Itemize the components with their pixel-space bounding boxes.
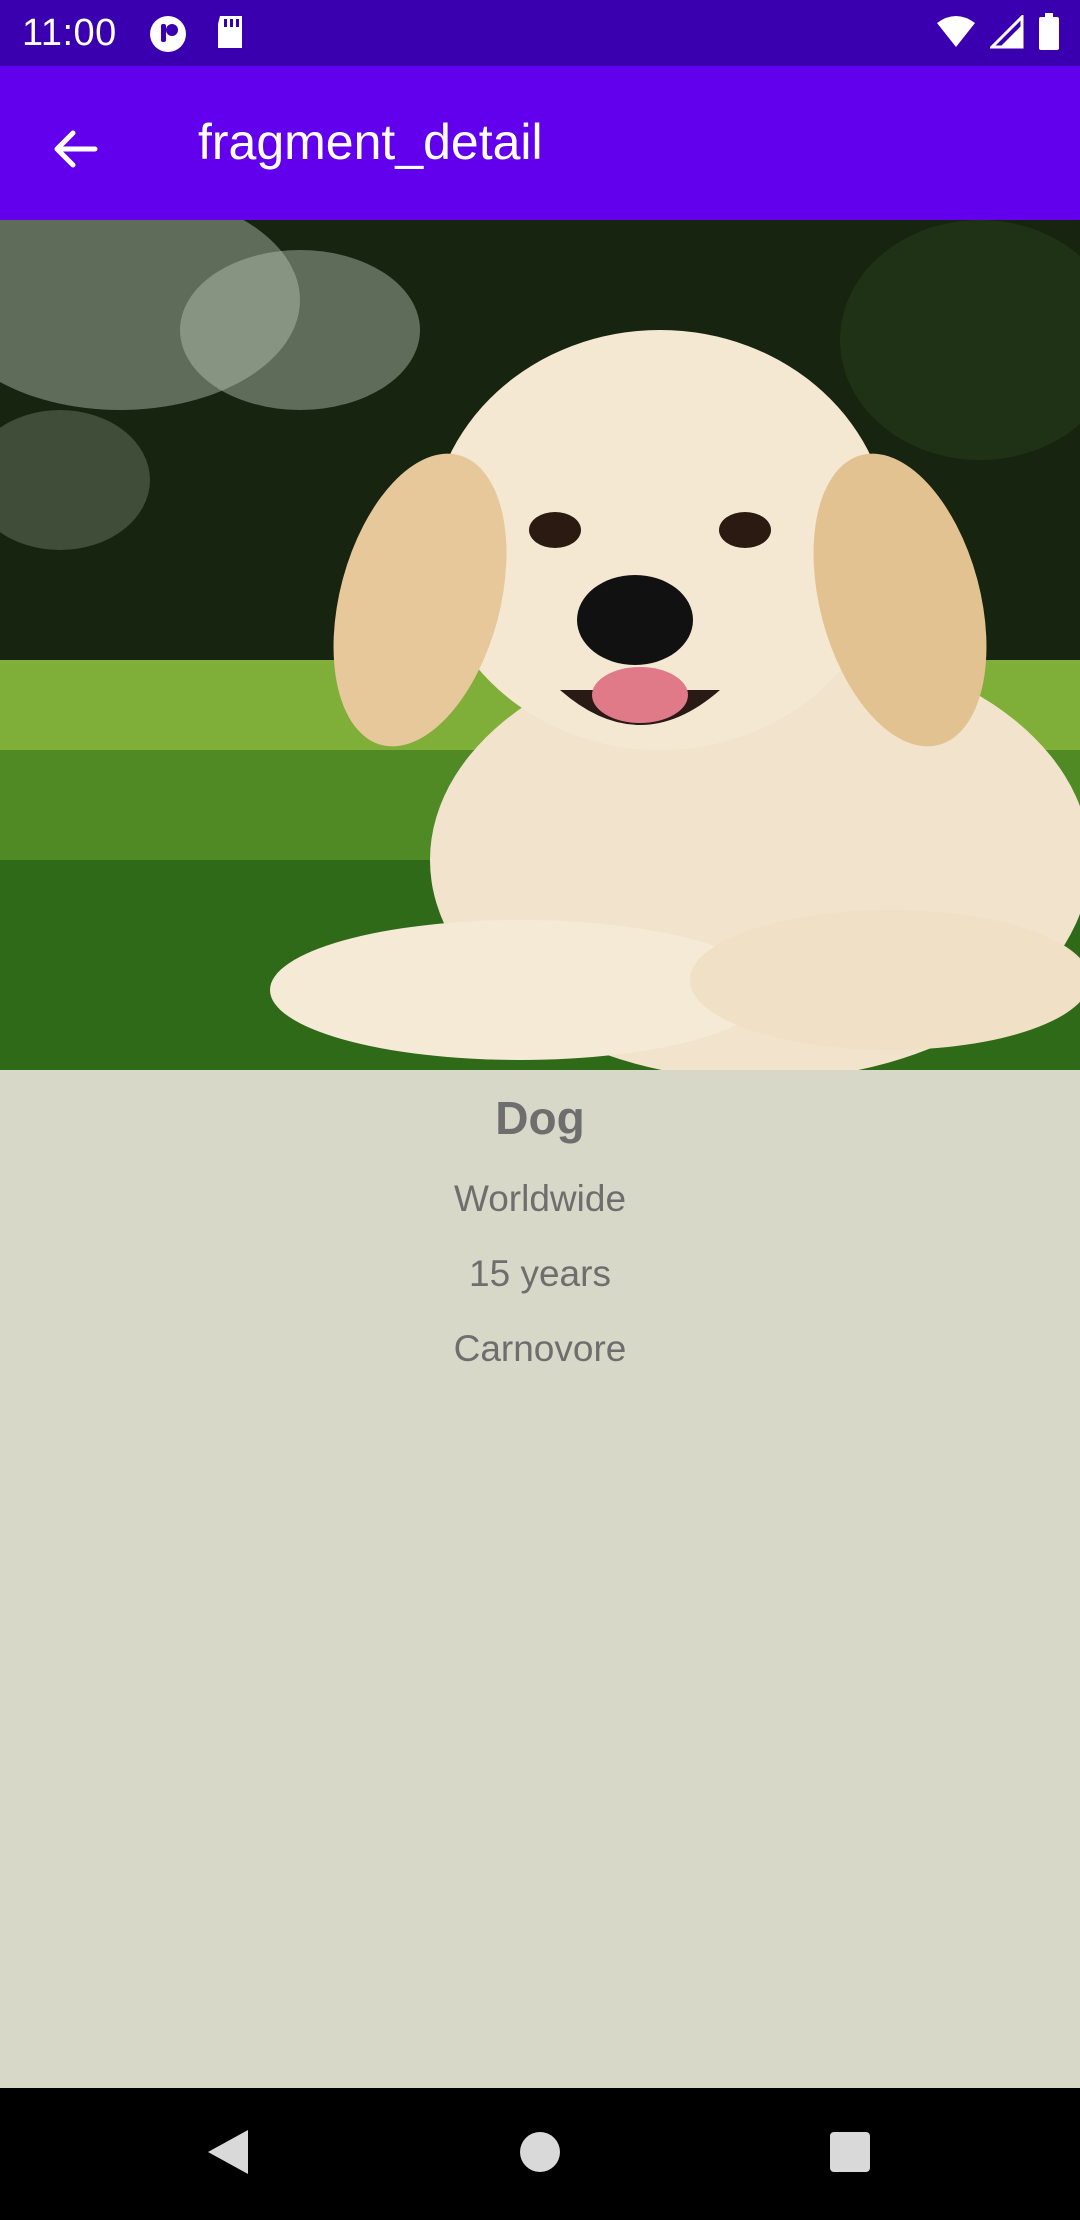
status-time: 11:00 <box>22 12 117 54</box>
nav-back-icon <box>206 2128 250 2181</box>
app-title: fragment_detail <box>198 114 543 170</box>
nav-back-button[interactable] <box>196 2122 260 2186</box>
status-bar: 11:00 <box>0 0 1080 66</box>
animal-name: Dog <box>495 1092 585 1144</box>
app-bar: fragment_detail <box>0 66 1080 220</box>
notification-icon <box>148 14 188 54</box>
details-panel: Dog Worldwide 15 years Carnovore <box>0 1070 1080 2088</box>
nav-home-icon <box>518 2130 562 2179</box>
screen: 11:00 fragment_detail Dog Worldwide 15 y… <box>0 0 1080 2220</box>
signal-icon <box>988 12 1024 54</box>
back-button[interactable] <box>30 106 120 196</box>
nav-home-button[interactable] <box>508 2122 572 2186</box>
nav-recents-icon <box>829 2131 871 2178</box>
dog-photo <box>0 220 1080 1070</box>
wifi-icon <box>936 15 976 54</box>
system-nav-bar <box>0 2088 1080 2220</box>
battery-icon <box>1038 12 1060 56</box>
animal-location: Worldwide <box>453 1178 627 1219</box>
sd-card-icon <box>214 14 246 52</box>
status-right-icons <box>936 12 1060 56</box>
animal-lifespan: 15 years <box>469 1253 611 1294</box>
animal-diet: Carnovore <box>453 1328 627 1369</box>
arrow-back-icon <box>51 125 99 178</box>
nav-recents-button[interactable] <box>818 2122 882 2186</box>
